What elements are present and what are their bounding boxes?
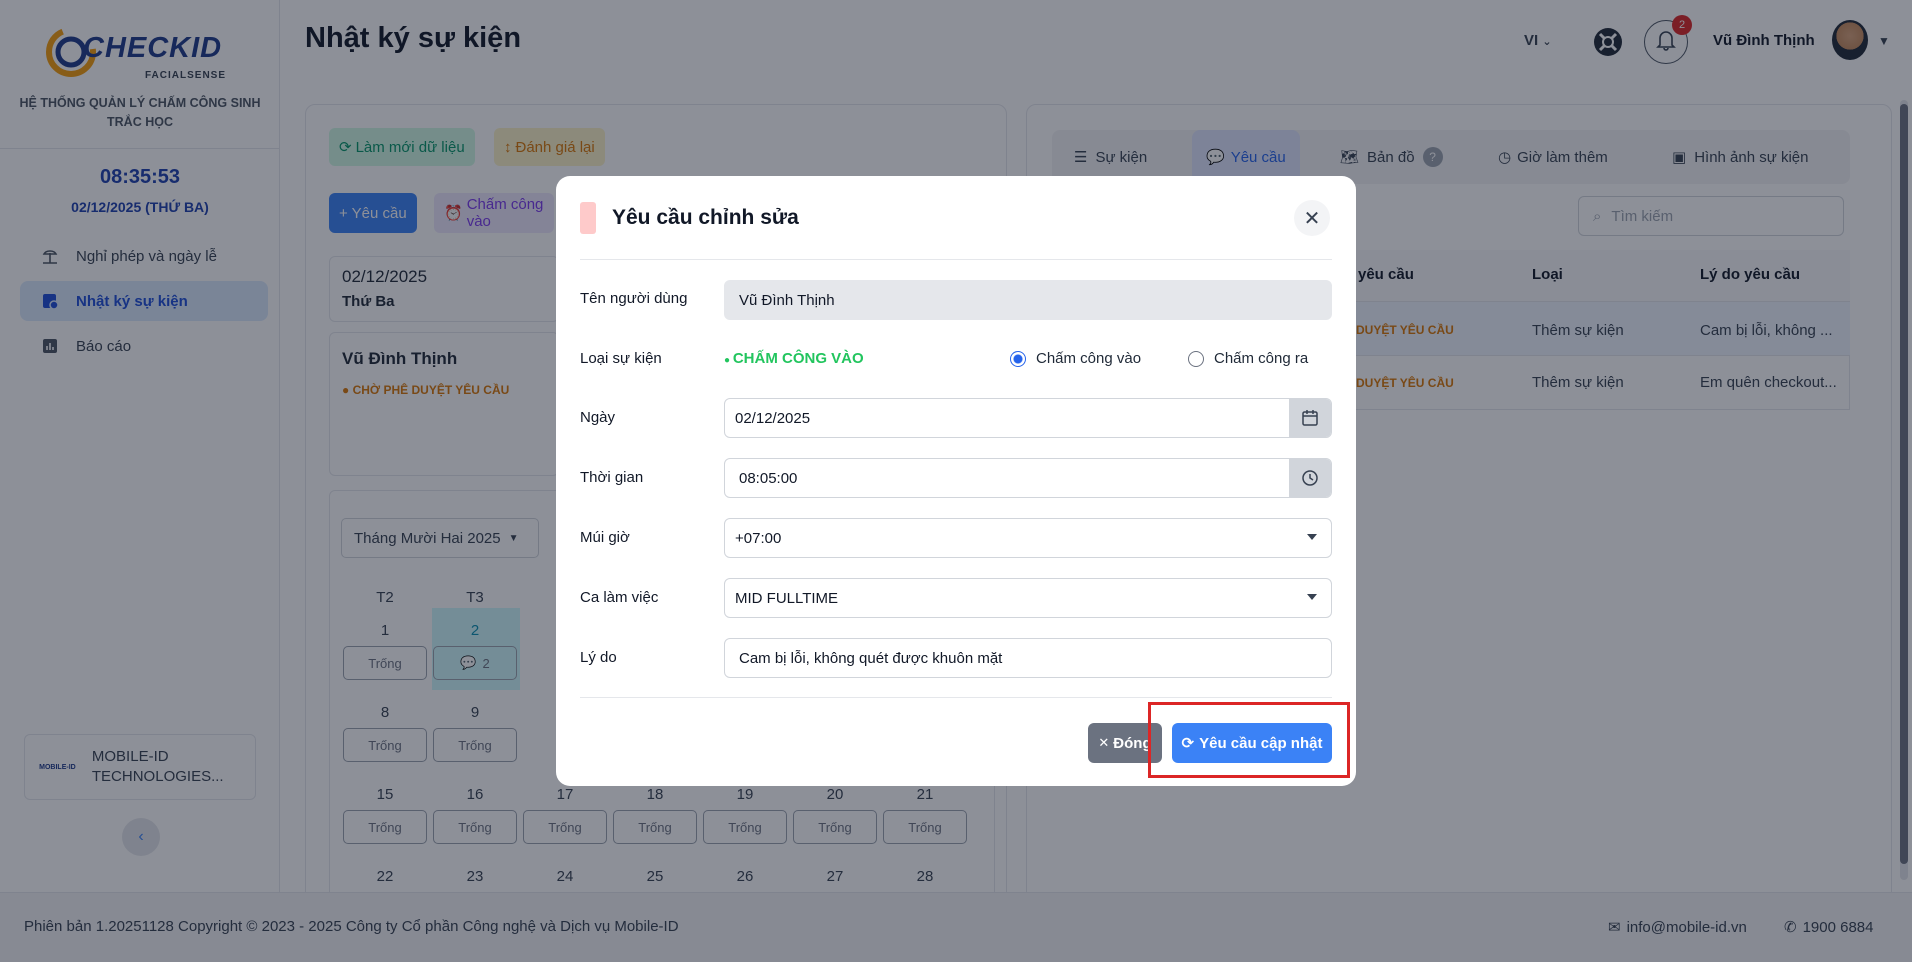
divider [580, 697, 1332, 698]
user-label: Tên người dùng [580, 290, 688, 307]
timezone-label: Múi giờ [580, 529, 630, 546]
field-value: MID FULLTIME [735, 589, 839, 607]
divider [580, 259, 1332, 260]
field-value: 02/12/2025 [735, 409, 811, 427]
timezone-select[interactable]: +07:00 [724, 518, 1332, 558]
event-type-text: CHẤM CÔNG VÀO [732, 350, 864, 367]
edit-request-dialog: Yêu cầu chỉnh sửa ✕ Tên người dùng Vũ Đì… [556, 176, 1356, 786]
clock-icon[interactable] [1289, 459, 1331, 497]
date-label: Ngày [580, 409, 616, 426]
radio-check-out[interactable]: Chấm công ra [1188, 350, 1308, 367]
dialog-title: Yêu cầu chỉnh sửa [612, 206, 799, 229]
time-label: Thời gian [580, 469, 644, 486]
close-icon: ✕ [1098, 735, 1110, 750]
caret-down-icon [1307, 594, 1317, 600]
date-input[interactable]: 02/12/2025 [724, 398, 1332, 438]
event-type-label: Loại sự kiện [580, 350, 662, 367]
radio-check-in[interactable]: Chấm công vào [1010, 350, 1141, 367]
radio-unselected[interactable] [1188, 350, 1204, 367]
field-value: Vũ Đình Thịnh [739, 291, 835, 309]
calendar-icon[interactable] [1289, 399, 1331, 437]
radio-label: Chấm công vào [1036, 350, 1142, 367]
time-input[interactable]: 08:05:00 [724, 458, 1332, 498]
reason-label: Lý do [580, 649, 617, 666]
close-icon: ✕ [1303, 207, 1321, 230]
title-accent [580, 202, 596, 234]
reason-input[interactable]: Cam bị lỗi, không quét được khuôn mặt [724, 638, 1332, 678]
button-label: Đóng [1113, 734, 1152, 752]
user-name-field: Vũ Đình Thịnh [724, 280, 1332, 320]
radio-selected[interactable] [1010, 350, 1026, 367]
field-value: +07:00 [735, 529, 782, 547]
radio-label: Chấm công ra [1214, 350, 1309, 367]
shift-select[interactable]: MID FULLTIME [724, 578, 1332, 618]
close-dialog-button[interactable]: ✕ [1294, 200, 1330, 236]
caret-down-icon [1307, 534, 1317, 540]
field-value: 08:05:00 [739, 469, 798, 487]
field-value: Cam bị lỗi, không quét được khuôn mặt [739, 649, 1003, 667]
event-type-value: ● CHẤM CÔNG VÀO [724, 350, 864, 367]
shift-label: Ca làm việc [580, 589, 659, 606]
highlight-box [1148, 702, 1350, 778]
